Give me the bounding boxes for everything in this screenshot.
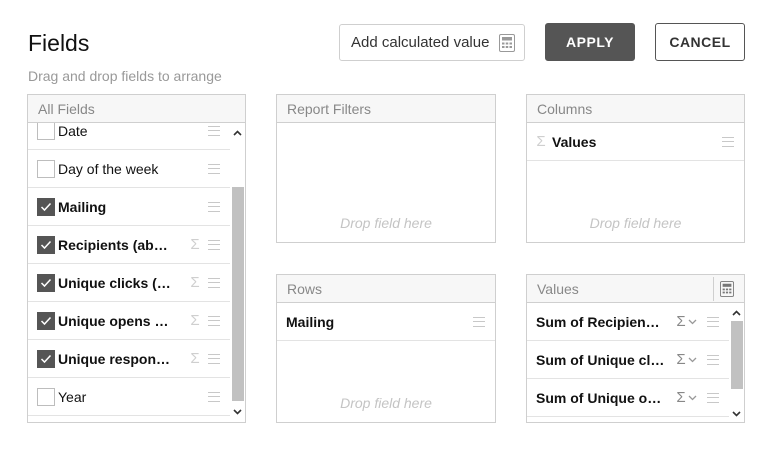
field-row[interactable]: Unique respon… Σ [28, 340, 230, 378]
values-item[interactable]: Sum of Unique o… Σ [527, 379, 729, 417]
checkbox-checked[interactable] [37, 235, 55, 254]
field-row[interactable]: Recipients (ab… Σ [28, 226, 230, 264]
sigma-icon: Σ [190, 350, 200, 367]
checkmark-icon [40, 278, 52, 287]
values-calculator-button[interactable] [713, 276, 739, 301]
columns-header: Columns [527, 95, 744, 123]
all-fields-panel: All Fields Date Day of the week Mailing Rec… [27, 94, 246, 423]
rows-panel[interactable]: Rows Mailing Drop field here [276, 274, 496, 423]
field-label: Recipients (ab… [58, 236, 168, 253]
values-list: Sum of Recipien… Σ Sum of Unique cl… Σ Sum o… [527, 303, 729, 422]
checkbox-checked[interactable] [37, 349, 55, 368]
add-calculated-value-label: Add calculated value [351, 34, 490, 51]
calculator-icon [719, 280, 734, 297]
page-subtitle: Drag and drop fields to arrange [28, 68, 222, 84]
field-row[interactable]: Unique clicks (… Σ [28, 264, 230, 302]
drag-handle-icon[interactable] [722, 136, 734, 147]
scroll-thumb[interactable] [731, 321, 743, 389]
checkbox-checked[interactable] [37, 273, 55, 292]
field-row[interactable]: Unique opens … Σ [28, 302, 230, 340]
field-label: Unique opens … [58, 312, 169, 329]
values-panel[interactable]: Values Sum of Recipien… Σ Sum of Unique cl… [526, 274, 745, 423]
drag-handle-icon[interactable] [473, 316, 485, 327]
checkbox-checked[interactable] [37, 311, 55, 330]
scroll-down-arrow-icon[interactable] [230, 404, 245, 420]
field-row[interactable]: Year [28, 378, 230, 416]
report-filters-header: Report Filters [277, 95, 495, 123]
scroll-up-arrow-icon[interactable] [729, 305, 744, 321]
field-label: Unique respon… [58, 350, 171, 367]
drag-handle-icon[interactable] [208, 125, 220, 136]
field-label: Mailing [58, 198, 107, 215]
checkmark-icon [40, 240, 52, 249]
drag-handle-icon[interactable] [208, 239, 220, 250]
drag-handle-icon[interactable] [707, 392, 719, 403]
add-calculated-value-button[interactable]: Add calculated value [339, 24, 525, 61]
page-title: Fields [28, 30, 90, 56]
report-filters-drop-hint: Drop field here [340, 215, 432, 231]
field-label: Unique clicks (… [58, 274, 171, 291]
values-scrollbar[interactable] [729, 303, 744, 422]
checkmark-icon [40, 316, 52, 325]
rows-drop-hint: Drop field here [340, 395, 432, 411]
all-fields-list: Date Day of the week Mailing Recipients (ab… [28, 123, 230, 422]
values-item-label: Sum of Recipien… [536, 313, 660, 330]
field-label: Day of the week [58, 160, 159, 177]
chevron-down-icon[interactable] [688, 395, 697, 401]
drag-handle-icon[interactable] [707, 354, 719, 365]
columns-panel[interactable]: Columns Σ Values Drop field here [526, 94, 745, 243]
rows-header: Rows [277, 275, 495, 303]
apply-button[interactable]: APPLY [545, 23, 635, 61]
field-label: Date [58, 123, 88, 139]
checkbox-unchecked[interactable] [37, 159, 55, 178]
drag-handle-icon[interactable] [208, 277, 220, 288]
all-fields-header: All Fields [28, 95, 245, 123]
checkbox-unchecked[interactable] [37, 387, 55, 406]
columns-item-label: Values [552, 133, 597, 150]
field-row[interactable]: Date [28, 123, 230, 150]
sigma-icon[interactable]: Σ [674, 313, 688, 330]
sigma-icon[interactable]: Σ [674, 389, 688, 406]
rows-item-label: Mailing [286, 313, 335, 330]
chevron-down-icon[interactable] [688, 357, 697, 363]
rows-item-mailing[interactable]: Mailing [277, 303, 495, 341]
drag-handle-icon[interactable] [208, 391, 220, 402]
cancel-button[interactable]: CANCEL [655, 23, 745, 61]
chevron-down-icon[interactable] [688, 319, 697, 325]
values-item-label: Sum of Unique o… [536, 389, 662, 406]
values-header: Values [527, 275, 744, 303]
columns-drop-hint: Drop field here [589, 215, 682, 231]
scroll-down-arrow-icon[interactable] [729, 406, 744, 422]
drag-handle-icon[interactable] [208, 201, 220, 212]
values-item-label: Sum of Unique cl… [536, 351, 665, 368]
checkbox-unchecked[interactable] [37, 123, 55, 140]
sigma-icon[interactable]: Σ [674, 351, 688, 368]
checkmark-icon [40, 354, 52, 363]
checkbox-checked[interactable] [37, 197, 55, 216]
sigma-icon: Σ [536, 133, 546, 150]
drag-handle-icon[interactable] [208, 353, 220, 364]
values-item[interactable]: Sum of Unique cl… Σ [527, 341, 729, 379]
field-row[interactable]: Day of the week [28, 150, 230, 188]
scroll-up-arrow-icon[interactable] [230, 125, 245, 141]
values-item[interactable]: Sum of Recipien… Σ [527, 303, 729, 341]
calculator-icon [499, 33, 515, 52]
sigma-icon: Σ [190, 312, 200, 329]
sigma-icon: Σ [190, 236, 200, 253]
drag-handle-icon[interactable] [707, 316, 719, 327]
field-row[interactable]: Mailing [28, 188, 230, 226]
values-header-label: Values [537, 280, 579, 297]
field-label: Year [58, 388, 87, 405]
checkmark-icon [40, 202, 52, 211]
sigma-icon: Σ [190, 274, 200, 291]
report-filters-panel[interactable]: Report Filters Drop field here [276, 94, 496, 243]
drag-handle-icon[interactable] [208, 315, 220, 326]
all-fields-scrollbar[interactable] [230, 123, 245, 422]
columns-item-values[interactable]: Σ Values [527, 123, 744, 161]
drag-handle-icon[interactable] [208, 163, 220, 174]
scroll-thumb[interactable] [232, 187, 244, 401]
